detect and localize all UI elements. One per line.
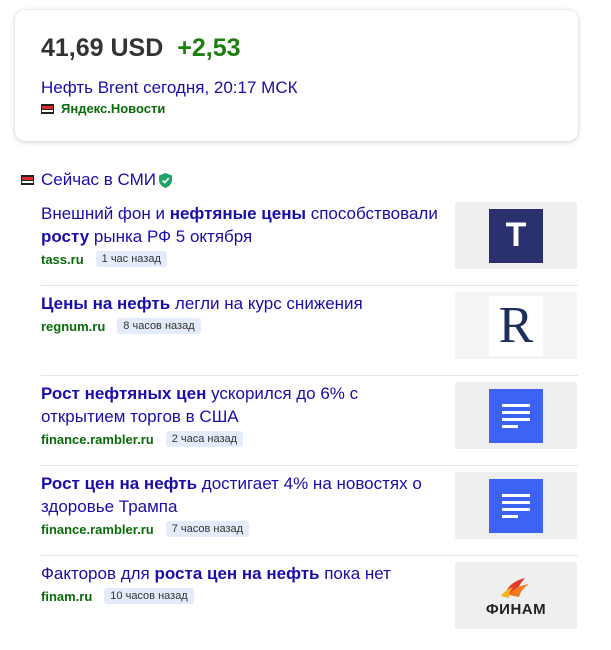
finam-logo-label: ФИНАМ	[485, 600, 547, 618]
news-thumbnail[interactable]: Т	[455, 202, 577, 269]
news-thumbnail[interactable]: ФИНАМ	[455, 562, 577, 629]
news-meta: tass.ru 1 час назад	[41, 251, 167, 267]
news-item[interactable]: Факторов для роста цен на нефть пока нет…	[41, 556, 578, 645]
news-time-badge: 8 часов назад	[117, 318, 201, 334]
news-title-part: Факторов для	[41, 564, 155, 583]
news-favicon-icon	[21, 175, 34, 185]
quote-source-label: Яндекс.Новости	[61, 101, 166, 116]
quote-line: 41,69 USD +2,53	[41, 34, 241, 63]
news-title-link[interactable]: Рост цен на нефть достигает 4% на новост…	[41, 472, 441, 518]
section-header[interactable]: Сейчас в СМИ	[21, 170, 172, 190]
news-title-link[interactable]: Факторов для роста цен на нефть пока нет	[41, 562, 441, 585]
news-thumbnail[interactable]	[455, 472, 577, 539]
news-title-part: роста цен на нефть	[154, 564, 320, 583]
oil-quote-card[interactable]: 41,69 USD +2,53 Нефть Brent сегодня, 20:1…	[15, 10, 578, 141]
news-item[interactable]: Рост нефтяных цен ускорился до 6% с откр…	[41, 376, 578, 466]
news-title-part: росту	[41, 227, 90, 246]
news-item[interactable]: Рост цен на нефть достигает 4% на новост…	[41, 466, 578, 556]
quote-subtitle-link[interactable]: Нефть Brent сегодня, 20:17 МСК	[41, 78, 298, 98]
news-title-part: способствовали	[305, 204, 438, 223]
finam-logo-icon: ФИНАМ	[486, 574, 546, 618]
news-title-part: Рост цен на нефть	[41, 474, 198, 493]
news-title-part: Внешний фон и	[41, 204, 170, 223]
price-value: 41,69 USD	[41, 34, 164, 62]
news-title-link[interactable]: Рост нефтяных цен ускорился до 6% с откр…	[41, 382, 441, 428]
news-title-link[interactable]: Внешний фон и нефтяные цены способствова…	[41, 202, 441, 248]
news-thumbnail[interactable]	[455, 382, 577, 449]
news-thumbnail[interactable]: R	[455, 292, 577, 359]
tass-logo-letter: Т	[505, 216, 527, 254]
news-source-link[interactable]: tass.ru	[41, 252, 84, 267]
news-title-part: рынка РФ 5 октября	[89, 227, 253, 246]
news-list: Внешний фон и нефтяные цены способствова…	[41, 196, 578, 645]
news-title-part: Рост нефтяных цен	[41, 384, 207, 403]
price-change: +2,53	[177, 34, 241, 62]
section-title: Сейчас в СМИ	[41, 170, 156, 189]
news-meta: finam.ru 10 часов назад	[41, 588, 194, 604]
news-title-link[interactable]: Цены на нефть легли на курс снижения	[41, 292, 441, 315]
news-source-link[interactable]: finam.ru	[41, 589, 92, 604]
tass-logo-icon: Т	[489, 208, 543, 263]
news-meta: finance.rambler.ru 2 часа назад	[41, 431, 244, 447]
verified-shield-icon	[158, 172, 172, 188]
news-source-link[interactable]: finance.rambler.ru	[41, 522, 154, 537]
news-item[interactable]: Внешний фон и нефтяные цены способствова…	[41, 196, 578, 286]
news-title-part: Цены на нефть	[41, 294, 171, 313]
document-icon	[489, 478, 543, 533]
finam-emblem-icon	[501, 577, 529, 598]
regnum-logo-icon: R	[489, 295, 543, 356]
yandex-news-favicon-icon	[41, 103, 54, 114]
news-item[interactable]: Цены на нефть легли на курс снижения regn…	[41, 286, 578, 376]
regnum-logo-letter: R	[498, 297, 534, 354]
news-source-link[interactable]: regnum.ru	[41, 319, 105, 334]
news-time-badge: 1 час назад	[95, 251, 167, 267]
news-meta: finance.rambler.ru 7 часов назад	[41, 521, 250, 537]
news-meta: regnum.ru 8 часов назад	[41, 318, 201, 334]
news-title-part: легли на курс снижения	[170, 294, 363, 313]
news-time-badge: 10 часов назад	[104, 588, 194, 604]
news-title-part: пока нет	[319, 564, 391, 583]
news-title-part: нефтяные цены	[169, 204, 306, 223]
document-icon	[489, 388, 543, 443]
news-time-badge: 7 часов назад	[165, 521, 250, 537]
news-source-link[interactable]: finance.rambler.ru	[41, 432, 154, 447]
quote-source[interactable]: Яндекс.Новости	[41, 101, 165, 116]
news-time-badge: 2 часа назад	[165, 431, 244, 447]
